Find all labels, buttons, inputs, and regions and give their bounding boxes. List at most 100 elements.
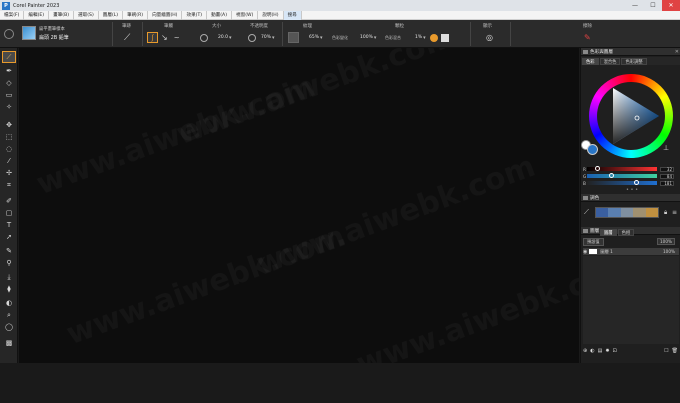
layer-lock-icon[interactable]: ⊡ xyxy=(613,348,617,354)
menu-brushes[interactable]: 筆刷(R) xyxy=(123,10,149,20)
rubber-stamp-icon[interactable]: ⚲ xyxy=(3,258,15,268)
hide-toggle[interactable]: ◎ xyxy=(486,31,493,44)
slider-b[interactable]: B 181 xyxy=(583,180,674,186)
chevron-down-icon[interactable]: ▾ xyxy=(272,35,275,41)
menu-effects[interactable]: 效果(T) xyxy=(182,10,208,20)
paint-bucket-icon[interactable]: ▭ xyxy=(3,90,15,100)
layer-dynamic-icon[interactable]: ✹ xyxy=(605,348,609,354)
freehand-stroke-icon[interactable]: ʃ xyxy=(147,32,158,43)
mirror-tool-icon[interactable]: ◐ xyxy=(3,298,15,308)
slider-track[interactable] xyxy=(587,180,657,185)
menu-file[interactable]: 檔案(F) xyxy=(0,10,25,20)
color-mix-control[interactable]: 色彩混合 1% ▾ xyxy=(385,31,449,44)
slider-value[interactable]: 84 xyxy=(660,173,674,179)
tab-layers[interactable]: 圖層 xyxy=(600,228,617,236)
brush-selector[interactable]: 扁平畫筆樣本 扁頭 2B 鉛筆 xyxy=(22,24,76,44)
dropper-tool-icon[interactable]: ✒ xyxy=(3,66,15,76)
eraser-tool-icon[interactable]: ◇ xyxy=(3,78,15,88)
menu-canvas[interactable]: 畫筆(B) xyxy=(49,10,75,20)
reset-tool-icon[interactable] xyxy=(4,29,14,39)
swatch[interactable] xyxy=(620,208,634,217)
magnifier-icon[interactable]: ⌕ xyxy=(3,310,15,320)
color-wheel[interactable]: ⊥ xyxy=(581,74,675,160)
swatch-panel-header[interactable]: 調色 xyxy=(581,194,680,202)
shape-selection-icon[interactable]: ➚ xyxy=(3,232,15,242)
lock-icon[interactable]: 🔒︎ xyxy=(664,209,667,217)
layer-name[interactable]: 圖層 1 xyxy=(600,249,612,255)
menu-icon[interactable]: ≡ xyxy=(672,209,677,216)
close-icon[interactable]: ✕ xyxy=(675,48,679,56)
menu-help[interactable]: 說明(H) xyxy=(258,10,284,20)
shape-tool-icon[interactable]: ▢ xyxy=(3,208,15,218)
tab-color-adjust[interactable]: 色彩調整 xyxy=(621,57,647,65)
slider-knob[interactable] xyxy=(633,180,639,185)
chevron-down-icon[interactable]: ▾ xyxy=(229,35,232,41)
minimize-icon[interactable]: — xyxy=(626,0,644,11)
slider-track[interactable] xyxy=(587,166,657,171)
size-control[interactable]: 20.0 ▾ xyxy=(200,31,232,44)
pen-tool-icon[interactable]: ✐ xyxy=(3,196,15,206)
color-variability-value[interactable]: 100% xyxy=(360,35,373,40)
brush-pencil-icon[interactable]: ⟋ xyxy=(584,208,589,217)
slider-r[interactable]: R 32 xyxy=(583,166,674,172)
text-tool-icon[interactable]: T xyxy=(3,220,15,230)
lasso-select-icon[interactable]: ◌ xyxy=(3,144,15,154)
slider-value[interactable]: 181 xyxy=(660,180,674,186)
layer-mask-icon[interactable]: ◐ xyxy=(590,348,594,354)
crop-tool-icon[interactable]: ⌗ xyxy=(3,180,15,190)
burn-tool-icon[interactable]: ⧫ xyxy=(3,284,15,294)
close-icon[interactable]: ✕ xyxy=(662,0,680,11)
color-variability-control[interactable]: 色彩變化 100% ▾ xyxy=(332,31,376,44)
tab-color[interactable]: 色彩 xyxy=(582,57,599,65)
tab-mixer[interactable]: 混合色 xyxy=(599,57,621,65)
saturation-triangle[interactable] xyxy=(597,82,665,150)
menu-select[interactable]: 選取(S) xyxy=(74,10,99,20)
rectangle-select-icon[interactable]: ⬚ xyxy=(3,132,15,142)
texture-control[interactable]: 65% ▾ xyxy=(288,31,323,44)
eyedropper-icon[interactable] xyxy=(440,33,449,42)
layer-opacity-select[interactable]: 100% xyxy=(657,238,675,245)
main-color-icon[interactable] xyxy=(587,144,598,155)
stroke-tool[interactable]: ⟋ xyxy=(124,31,130,44)
slider-knob[interactable] xyxy=(594,166,600,171)
rotate-page-icon[interactable]: ◯ xyxy=(3,322,15,332)
opacity-control[interactable]: 70% ▾ xyxy=(248,31,275,44)
layers-list-area[interactable] xyxy=(583,256,679,344)
swatch-strip[interactable] xyxy=(595,207,659,218)
curve-stroke-icon[interactable]: ~ xyxy=(174,34,180,42)
chevron-down-icon[interactable]: ▾ xyxy=(320,35,323,41)
new-layer-icon[interactable]: ☐ xyxy=(664,348,668,354)
opacity-value[interactable]: 70% xyxy=(261,35,271,40)
slider-g[interactable]: G 84 xyxy=(583,173,674,179)
magic-wand-icon[interactable]: ⁄ xyxy=(3,156,15,166)
menu-vector[interactable]: 向量繪圖(H) xyxy=(148,10,183,20)
transform-tool-icon[interactable]: ✥ xyxy=(3,120,15,130)
swatch[interactable] xyxy=(633,208,646,217)
menu-search[interactable]: 搜尋 xyxy=(283,10,302,20)
slider-track[interactable] xyxy=(587,173,657,178)
smudge-tool-icon[interactable]: ✧ xyxy=(3,102,15,112)
swatch[interactable] xyxy=(596,208,609,217)
panel-resize-icon[interactable]: • • • xyxy=(626,187,638,193)
slider-knob[interactable] xyxy=(608,173,614,178)
eye-icon[interactable]: ◉ xyxy=(583,249,587,255)
dodge-tool-icon[interactable]: ⤓ xyxy=(3,272,15,282)
color-mix-value[interactable]: 1% xyxy=(415,35,422,40)
menu-layers[interactable]: 圖層(L) xyxy=(99,10,124,20)
menu-window[interactable]: 視窗(W) xyxy=(232,10,259,20)
line-stroke-icon[interactable]: ↘ xyxy=(161,33,168,42)
chevron-down-icon[interactable]: ▾ xyxy=(374,35,377,41)
menu-edit[interactable]: 編輯(E) xyxy=(24,10,50,20)
color-swatch-icon[interactable]: ▩ xyxy=(3,338,15,348)
selection-adjuster-icon[interactable]: ✢ xyxy=(3,168,15,178)
layer-blend-row[interactable]: 預設值 100% xyxy=(583,237,679,246)
menu-movie[interactable]: 動畫(A) xyxy=(207,10,232,20)
swatch[interactable] xyxy=(645,208,659,217)
stamp-icon[interactable]: ⊥ xyxy=(663,144,670,152)
chevron-down-icon[interactable]: ▾ xyxy=(423,35,426,41)
slider-value[interactable]: 32 xyxy=(660,166,674,172)
blend-mode-select[interactable]: 預設值 xyxy=(583,237,604,246)
color-mix-orb-icon[interactable] xyxy=(429,33,438,42)
layer-row[interactable]: ◉ 圖層 1 100% xyxy=(583,248,679,255)
size-value[interactable]: 20.0 xyxy=(218,35,228,40)
